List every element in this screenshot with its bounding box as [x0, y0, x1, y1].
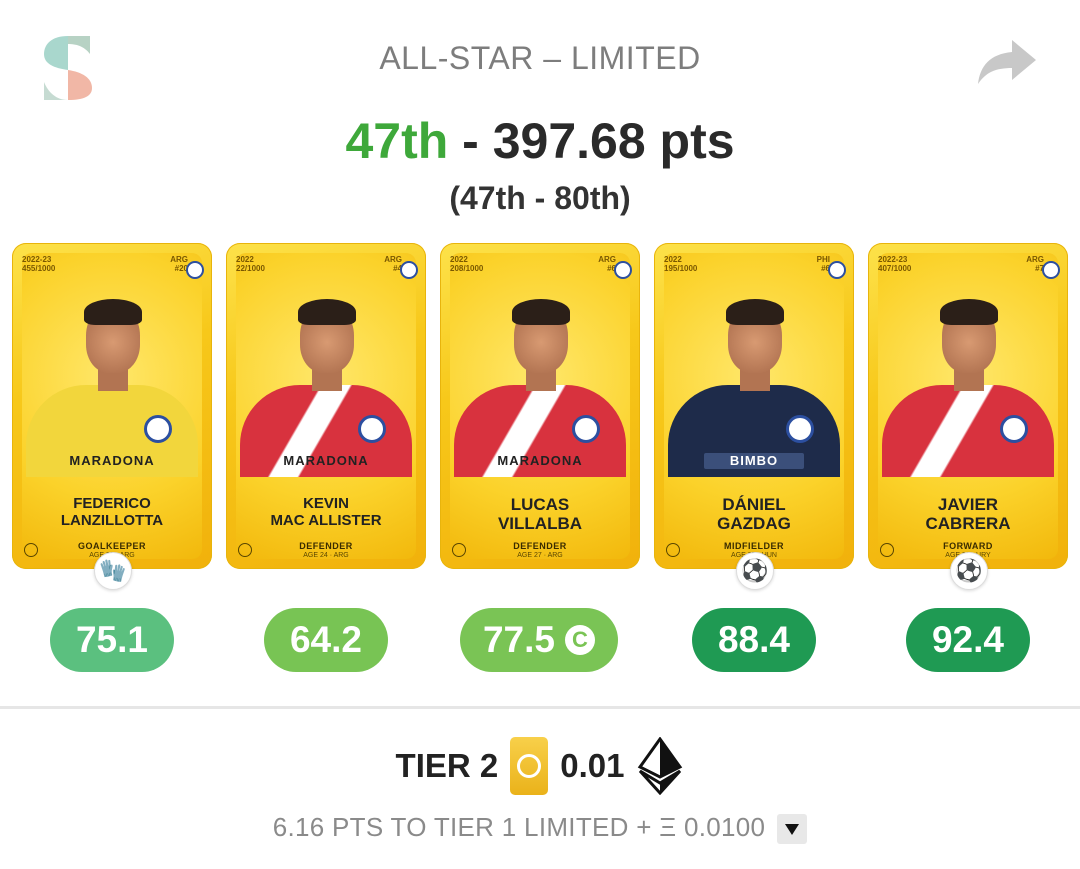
player-score-pill: 64.2: [264, 608, 388, 672]
card-season: 2022 22/1000: [236, 255, 265, 273]
player-card[interactable]: 2022 208/1000 ARG #6 MARADONA LUCAS VILLALB…: [440, 243, 640, 569]
player-name: KEVIN MAC ALLISTER: [270, 495, 382, 529]
player-score: 88.4: [717, 619, 790, 660]
captain-badge-icon: C: [565, 625, 595, 655]
card-season: 2022 208/1000: [450, 255, 484, 273]
divider: [0, 706, 1080, 709]
soccer-ball-icon: ⚽: [736, 552, 774, 590]
limited-card-icon: [510, 737, 549, 795]
player-card[interactable]: 2022 195/1000 PHI #6 BIMBO DÁNIEL GAZDAG MI…: [654, 243, 854, 569]
tier-label: TIER 2: [395, 747, 499, 784]
player-score: 64.2: [289, 619, 362, 660]
player-score-pill: 77.5 C: [460, 608, 618, 672]
player-position: DEFENDER: [299, 541, 353, 551]
competition-title: ALL-STAR – LIMITED: [379, 40, 701, 76]
shirt-sponsor: MARADONA: [497, 453, 583, 468]
club-badge-icon: [828, 261, 846, 279]
player-age: AGE 24 · ARG: [303, 552, 349, 559]
player-portrait: MARADONA: [240, 291, 412, 477]
shirt-sponsor: [918, 453, 1018, 469]
ball-icon: [24, 543, 38, 557]
player-position: FORWARD: [943, 541, 993, 551]
soccer-ball-icon: ⚽: [950, 552, 988, 590]
player-score-pill: 75.1: [50, 608, 174, 672]
points-text: 397.68 pts: [492, 113, 735, 169]
player-score-pill: 88.4: [692, 608, 816, 672]
player-name: LUCAS VILLALBA: [497, 495, 583, 533]
club-badge-icon: [400, 261, 418, 279]
card-season: 2022-23 407/1000: [878, 255, 912, 273]
player-score: 75.1: [75, 619, 148, 660]
player-portrait: BIMBO: [668, 291, 840, 477]
player-card[interactable]: 2022-23 455/1000 ARG #20 MARADONA FEDERICO…: [12, 243, 212, 569]
score-separator: -: [448, 113, 493, 169]
player-card[interactable]: 2022 22/1000 ARG #4 MARADONA KEVIN MAC ALLI…: [226, 243, 426, 569]
ball-icon: [666, 543, 680, 557]
ball-icon: [452, 543, 466, 557]
rank-range: (47th - 80th): [449, 180, 631, 216]
ethereum-icon: [638, 737, 683, 795]
player-name: JAVIER CABRERA: [925, 495, 1011, 533]
ball-icon: [238, 543, 252, 557]
score-line: 47th - 397.68 pts: [0, 112, 1080, 170]
expand-dropdown-button[interactable]: [777, 814, 808, 845]
reward-amount: 0.01: [560, 747, 625, 784]
shirt-sponsor: MARADONA: [69, 453, 155, 468]
reward-row: TIER 2 0.01: [0, 736, 1080, 796]
player-position: DEFENDER: [513, 541, 567, 551]
club-badge-icon: [1042, 261, 1060, 279]
shirt-sponsor: MARADONA: [283, 453, 369, 468]
player-age: AGE 27 · ARG: [517, 552, 563, 559]
card-season: 2022 195/1000: [664, 255, 698, 273]
player-position: MIDFIELDER: [724, 541, 784, 551]
ball-icon: [880, 543, 894, 557]
player-position: GOALKEEPER: [77, 541, 146, 551]
player-name: FEDERICO LANZILLOTTA: [60, 495, 164, 529]
player-score: 77.5: [482, 619, 555, 660]
player-name: DÁNIEL GAZDAG: [717, 495, 791, 533]
player-score: 92.4: [931, 619, 1004, 660]
club-badge-icon: [614, 261, 632, 279]
player-card[interactable]: 2022-23 407/1000 ARG #7 JAVIER CABRERA FORW…: [868, 243, 1068, 569]
next-tier-text: 6.16 PTS TO TIER 1 LIMITED + Ξ 0.0100: [272, 812, 766, 842]
player-score-pill: 92.4: [906, 608, 1030, 672]
player-portrait: [882, 291, 1054, 477]
player-portrait: MARADONA: [454, 291, 626, 477]
club-badge-icon: [186, 261, 204, 279]
rank-text: 47th: [345, 113, 449, 169]
shirt-sponsor: BIMBO: [704, 453, 804, 469]
goalkeeper-glove-icon: 🧤: [94, 552, 132, 590]
next-tier-info: 6.16 PTS TO TIER 1 LIMITED + Ξ 0.0100: [0, 812, 1080, 845]
card-season: 2022-23 455/1000: [22, 255, 56, 273]
player-portrait: MARADONA: [26, 291, 198, 477]
